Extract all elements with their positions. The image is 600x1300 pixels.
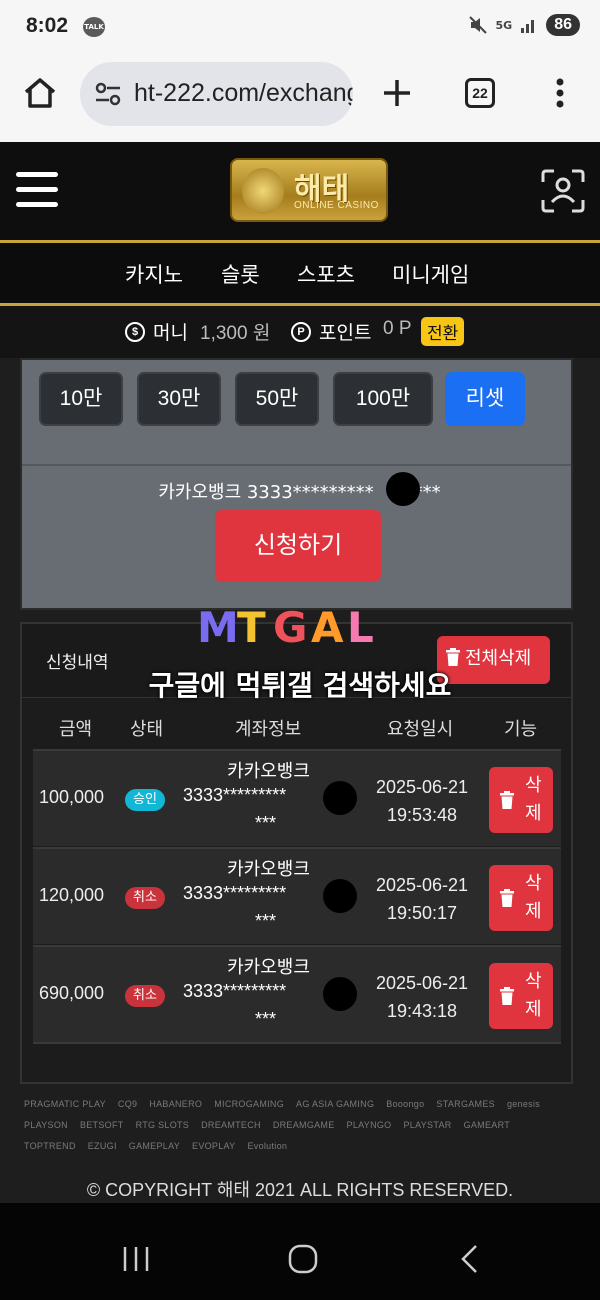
trash-icon	[500, 987, 514, 1005]
browser-toolbar: ht-222.com/exchange 22	[0, 56, 600, 142]
reset-button[interactable]: 리셋	[445, 372, 525, 426]
back-icon[interactable]	[458, 1243, 482, 1275]
row-datetime: 2025-06-21 19:53:48	[375, 777, 469, 825]
status-time: 8:02	[26, 14, 69, 37]
user-scan-icon[interactable]	[540, 168, 586, 214]
money-icon: $	[125, 322, 145, 342]
row-bank: 카카오뱅크	[227, 957, 310, 978]
logo-subtitle: ONLINE CASINO	[294, 200, 379, 211]
row-account-tail: ***	[255, 911, 277, 931]
point-icon: P	[291, 322, 311, 342]
url-bar[interactable]: ht-222.com/exchange	[80, 62, 353, 126]
site-settings-icon[interactable]	[94, 82, 122, 106]
money-value: 1,300 원	[200, 323, 271, 344]
apply-button[interactable]: 신청하기	[215, 510, 381, 582]
row-account: 3333*********	[183, 981, 287, 1001]
row-amount: 690,000	[39, 983, 105, 1003]
row-delete-button[interactable]: 삭제	[489, 767, 553, 833]
col-account: 계좌정보	[235, 719, 302, 740]
status-badge: 취소	[125, 985, 165, 1007]
battery-indicator: 86	[546, 14, 580, 36]
url-text: ht-222.com/exchange	[134, 79, 353, 107]
copyright-text: © COPYRIGHT 해태 2021 ALL RIGHTS RESERVED.	[86, 1180, 514, 1200]
lion-emblem-icon	[242, 168, 284, 214]
trash-icon	[500, 791, 514, 809]
bank-account-info: 카카오뱅크 3333********* ***	[42, 478, 557, 504]
divider	[22, 464, 571, 466]
redaction-dot	[386, 472, 420, 506]
row-account: 3333*********	[183, 883, 287, 903]
balance-bar: $ 머니 1,300 원 P 포인트 0 P 전환	[0, 306, 600, 358]
nav-sports[interactable]: 스포츠	[297, 259, 355, 289]
menu-icon[interactable]	[16, 172, 58, 217]
watermark-logo: M T G A L	[197, 603, 374, 652]
row-delete-button[interactable]: 삭제	[489, 865, 553, 931]
tab-switcher-button[interactable]: 22	[465, 78, 495, 108]
nav-minigame[interactable]: 미니게임	[392, 259, 469, 289]
row-account: 3333*********	[183, 785, 287, 805]
table-row: 100,000 승인 카카오뱅크 3333********* *** 2025-…	[33, 749, 561, 846]
row-delete-button[interactable]: 삭제	[489, 963, 553, 1029]
kakaotalk-icon: TALK	[83, 17, 105, 37]
redaction-dot	[323, 977, 357, 1011]
row-bank: 카카오뱅크	[227, 859, 310, 880]
convert-button[interactable]: 전환	[421, 317, 465, 346]
nav-casino[interactable]: 카지노	[125, 259, 183, 289]
system-nav-bar	[0, 1203, 600, 1300]
new-tab-icon[interactable]	[380, 76, 414, 110]
row-datetime: 2025-06-21 19:50:17	[375, 875, 469, 923]
exchange-form: 10만 30만 50만 100만 리셋 카카오뱅크 3333********* *…	[20, 358, 573, 610]
row-datetime: 2025-06-21 19:43:18	[375, 973, 469, 1021]
row-account-tail: ***	[255, 813, 277, 833]
bank-account-prefix: 카카오뱅크 3333*********	[158, 482, 374, 503]
col-date: 요청일시	[387, 719, 454, 740]
home-button-icon[interactable]	[287, 1243, 319, 1275]
provider-logos: PRAGMATIC PLAY CQ9 HABANERO MICROGAMING AG A…	[24, 1099, 541, 1151]
table-row: 120,000 취소 카카오뱅크 3333********* *** 2025-…	[33, 847, 561, 944]
watermark-overlay-text: 구글에 먹튀갤 검색하세요	[148, 669, 452, 702]
trash-icon	[500, 889, 514, 907]
col-action: 기능	[504, 719, 538, 740]
more-options-icon[interactable]	[548, 76, 572, 110]
signal-icon	[521, 20, 535, 33]
table-header: 금액 상태 계좌정보 요청일시 기능	[33, 707, 561, 749]
status-badge: 승인	[125, 789, 165, 811]
money-label: 머니	[153, 322, 188, 344]
main-nav: 카지노 슬롯 스포츠 미니게임	[0, 240, 600, 306]
table-row: 690,000 취소 카카오뱅크 3333********* *** 2025-…	[33, 945, 561, 1044]
row-account-tail: ***	[255, 1009, 277, 1029]
row-amount: 100,000	[39, 787, 105, 807]
home-icon[interactable]	[22, 76, 58, 110]
amount-10man-button[interactable]: 10만	[39, 372, 123, 426]
recent-apps-icon[interactable]	[121, 1245, 151, 1273]
site-header: 해태 ONLINE CASINO	[0, 142, 600, 240]
status-badge: 취소	[125, 887, 165, 909]
site-logo[interactable]: 해태 ONLINE CASINO	[230, 158, 388, 222]
row-bank: 카카오뱅크	[227, 761, 310, 782]
nav-slot[interactable]: 슬롯	[221, 259, 260, 289]
network-5g-icon: 5G	[495, 18, 513, 32]
col-amount: 금액	[59, 719, 93, 740]
amount-50man-button[interactable]: 50만	[235, 372, 319, 426]
redaction-dot	[323, 879, 357, 913]
mute-icon	[468, 16, 487, 34]
point-label: 포인트	[319, 322, 372, 344]
status-bar: 8:02 TALK 5G 86	[0, 0, 600, 56]
point-value: 0 P	[383, 318, 412, 339]
redaction-dot	[323, 781, 357, 815]
row-amount: 120,000	[39, 885, 105, 905]
amount-30man-button[interactable]: 30만	[137, 372, 221, 426]
col-status: 상태	[130, 719, 164, 740]
amount-100man-button[interactable]: 100만	[333, 372, 433, 426]
